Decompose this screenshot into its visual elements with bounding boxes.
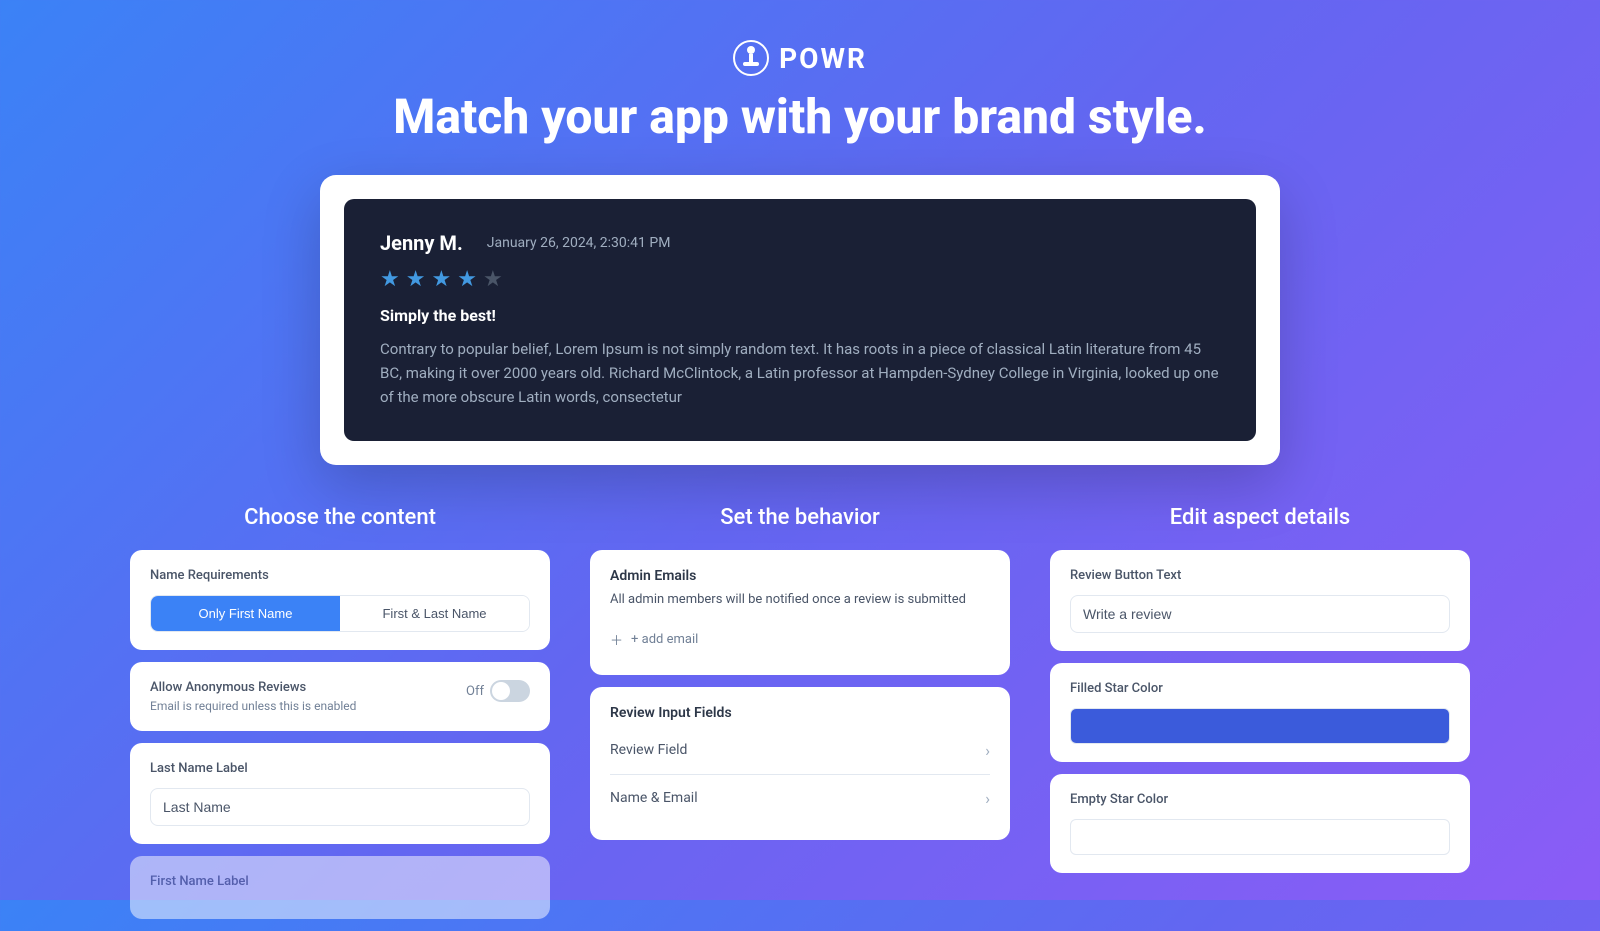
stars-row: ★ ★ ★ ★ ★ xyxy=(380,267,1220,292)
content-column-title: Choose the content xyxy=(130,505,550,530)
behavior-column: Set the behavior Admin Emails All admin … xyxy=(590,505,1010,931)
aspect-column: Edit aspect details Review Button Text F… xyxy=(1050,505,1470,931)
toggle-off-label: Off xyxy=(466,684,484,699)
last-name-input[interactable] xyxy=(150,788,530,826)
star-2: ★ xyxy=(406,267,426,292)
add-email-label: + add email xyxy=(631,632,698,647)
logo: POWR xyxy=(0,40,1600,76)
empty-star-color-label: Empty Star Color xyxy=(1070,792,1450,807)
last-name-label-label: Last Name Label xyxy=(150,761,530,776)
aspect-column-title: Edit aspect details xyxy=(1050,505,1470,530)
last-name-label-panel: Last Name Label xyxy=(130,743,550,844)
preview-wrapper: Jenny M. January 26, 2024, 2:30:41 PM ★ … xyxy=(320,175,1280,465)
review-button-text-panel: Review Button Text xyxy=(1050,550,1470,651)
filled-star-color-swatch[interactable] xyxy=(1070,708,1450,744)
admin-emails-desc: All admin members will be notified once … xyxy=(610,590,990,610)
filled-star-color-label: Filled Star Color xyxy=(1070,681,1450,696)
review-date: January 26, 2024, 2:30:41 PM xyxy=(487,235,671,251)
chevron-right-icon-2: › xyxy=(985,789,990,808)
empty-star-color-swatch[interactable] xyxy=(1070,819,1450,855)
first-last-name-btn[interactable]: First & Last Name xyxy=(340,596,529,631)
chevron-right-icon-1: › xyxy=(985,741,990,760)
star-5: ★ xyxy=(483,267,503,292)
content-column: Choose the content Name Requirements Onl… xyxy=(130,505,550,931)
star-4: ★ xyxy=(457,267,477,292)
name-requirements-label: Name Requirements xyxy=(150,568,530,583)
headline: Match your app with your brand style. xyxy=(0,88,1600,145)
behavior-column-title: Set the behavior xyxy=(590,505,1010,530)
review-input-fields-panel: Review Input Fields Review Field › Name … xyxy=(590,687,1010,840)
review-body: Contrary to popular belief, Lorem Ipsum … xyxy=(380,337,1220,409)
star-1: ★ xyxy=(380,267,400,292)
anonymous-label: Allow Anonymous Reviews xyxy=(150,680,356,695)
review-input-fields-title: Review Input Fields xyxy=(610,705,990,721)
review-button-text-input[interactable] xyxy=(1070,595,1450,633)
admin-emails-title: Admin Emails xyxy=(610,568,990,584)
columns: Choose the content Name Requirements Onl… xyxy=(0,505,1600,931)
star-3: ★ xyxy=(431,267,451,292)
anonymous-toggle-switch[interactable]: Off xyxy=(466,680,530,702)
first-name-label-panel: First Name Label xyxy=(130,856,550,919)
add-email-row[interactable]: ＋ + add email xyxy=(610,622,990,657)
page-header: POWR Match your app with your brand styl… xyxy=(0,0,1600,175)
name-requirements-panel: Name Requirements Only First Name First … xyxy=(130,550,550,650)
anonymous-toggle-row: Allow Anonymous Reviews Email is require… xyxy=(150,680,530,713)
name-email-label: Name & Email xyxy=(610,790,698,806)
logo-text: POWR xyxy=(779,42,867,75)
review-button-text-label: Review Button Text xyxy=(1070,568,1450,583)
logo-icon xyxy=(733,40,769,76)
only-first-name-btn[interactable]: Only First Name xyxy=(151,596,340,631)
reviewer-name: Jenny M. xyxy=(380,231,463,255)
review-field-row[interactable]: Review Field › xyxy=(610,727,990,775)
filled-star-color-panel: Filled Star Color xyxy=(1050,663,1470,762)
review-title: Simply the best! xyxy=(380,306,1220,325)
review-header: Jenny M. January 26, 2024, 2:30:41 PM xyxy=(380,231,1220,255)
name-email-row[interactable]: Name & Email › xyxy=(610,775,990,822)
admin-emails-panel: Admin Emails All admin members will be n… xyxy=(590,550,1010,675)
name-toggle: Only First Name First & Last Name xyxy=(150,595,530,632)
review-card: Jenny M. January 26, 2024, 2:30:41 PM ★ … xyxy=(344,199,1256,441)
review-field-label: Review Field xyxy=(610,742,687,758)
toggle-switch-control[interactable] xyxy=(490,680,530,702)
anonymous-reviews-panel: Allow Anonymous Reviews Email is require… xyxy=(130,662,550,731)
anonymous-info: Allow Anonymous Reviews Email is require… xyxy=(150,680,356,713)
empty-star-color-panel: Empty Star Color xyxy=(1050,774,1470,873)
first-name-label-label: First Name Label xyxy=(150,874,530,889)
plus-icon: ＋ xyxy=(610,630,623,649)
anonymous-sublabel: Email is required unless this is enabled xyxy=(150,699,356,713)
